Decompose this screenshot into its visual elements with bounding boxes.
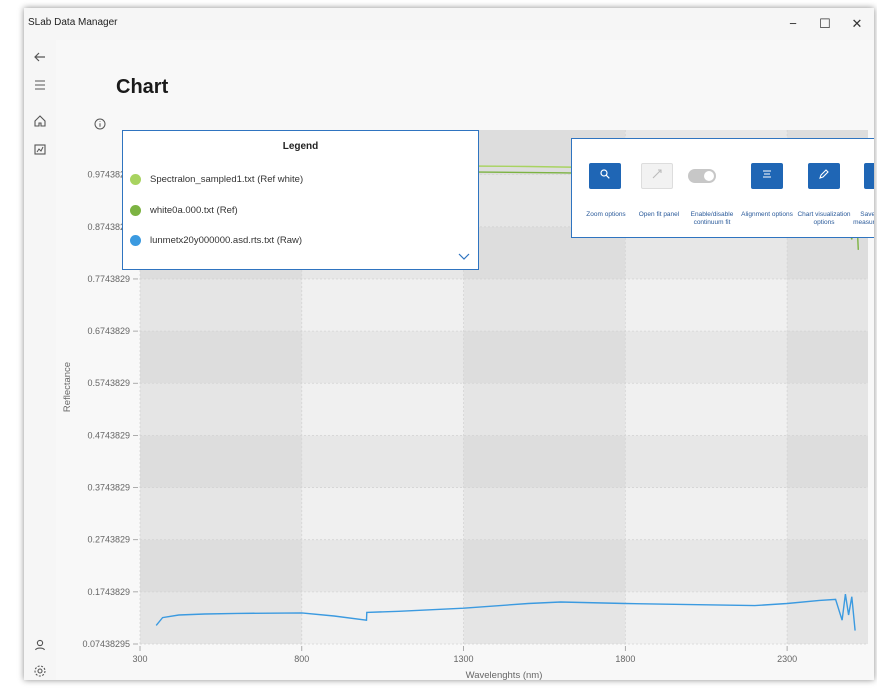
legend-item[interactable]: Spectralon_sampled1.txt (Ref white) [130,171,303,187]
settings-gear-icon[interactable] [28,662,52,680]
x-tick-label: 2300 [777,654,797,664]
legend-item[interactable]: white0a.000.txt (Ref) [130,202,238,218]
page-title: Chart [116,76,169,98]
x-axis-title: Wavelenghts (nm) [466,670,543,680]
chart-toolbar: Zoom options Open fit panel Enable/disab… [571,138,874,238]
y-tick-label: 0.07438295 [82,639,130,649]
zoom-options-label: Zoom options [586,211,626,218]
chart-visualization-label: Chart visualization options [797,211,851,226]
continuum-fit-toggle[interactable] [688,169,716,183]
chart-icon[interactable] [28,140,52,162]
alignment-options-label: Alignment options [741,211,793,218]
save-info-button[interactable] [864,163,874,189]
save-info-label: Save sample/ measurement/ info [853,211,874,226]
legend-color-dot [130,173,141,185]
y-tick-label: 0.7743829 [87,274,130,284]
minimize-button[interactable]: − [780,14,806,34]
main-content: 0.07438295 0.1743829 0.2743829 0.3743829 0.4… [56,40,874,680]
zoom-options-button[interactable] [589,163,621,189]
x-tick-label: 1800 [615,654,635,664]
chart-visualization-button[interactable] [808,163,840,189]
y-tick-label: 0.1743829 [87,587,130,597]
user-icon[interactable] [28,636,52,658]
y-tick-label: 0.5743829 [87,378,130,388]
legend-color-dot [130,204,141,216]
title-bar: SLab Data Manager − ☐ ✕ [24,8,874,40]
y-tick-label: 0.3743829 [87,483,130,493]
x-tick-label: 300 [132,654,147,664]
legend-item[interactable]: lunmetx20y000000.asd.rts.txt (Raw) [130,232,302,248]
info-icon[interactable] [94,118,106,130]
legend-panel: Legend Spectralon_sampled1.txt (Ref whit… [122,130,479,270]
alignment-options-button[interactable] [751,163,783,189]
open-fit-panel-button[interactable] [641,163,673,189]
legend-item-label: white0a.000.txt (Ref) [150,204,238,216]
x-tick-label: 1300 [454,654,474,664]
close-button[interactable]: ✕ [844,14,870,34]
toggle-knob [704,171,714,181]
continuum-fit-label: Enable/disable continuum fit [690,211,734,226]
app-title: SLab Data Manager [28,17,118,28]
legend-title: Legend [282,141,319,152]
chevron-down-icon[interactable] [458,249,470,261]
app-window: SLab Data Manager − ☐ ✕ 0.07438295 0.1743… [24,8,874,680]
nav-rail [24,40,56,680]
hamburger-menu-icon[interactable] [28,76,52,98]
x-tick-label: 800 [294,654,309,664]
legend-item-label: lunmetx20y000000.asd.rts.txt (Raw) [150,234,303,246]
pencil-icon [818,167,830,185]
open-fit-panel-label: Open fit panel [638,211,680,218]
fit-icon [651,167,663,185]
legend-item-label: Spectralon_sampled1.txt (Ref white) [150,173,304,185]
search-icon [599,167,611,185]
y-tick-label: 0.4743829 [87,430,130,440]
y-tick-label: 0.2743829 [87,535,130,545]
back-arrow-icon[interactable] [28,48,52,70]
home-icon[interactable] [28,112,52,134]
maximize-button[interactable]: ☐ [812,14,838,34]
y-tick-label: 0.6743829 [87,326,130,336]
alignment-icon [761,167,773,185]
legend-color-dot [130,234,141,246]
y-axis-title: Reflectance [62,362,73,412]
